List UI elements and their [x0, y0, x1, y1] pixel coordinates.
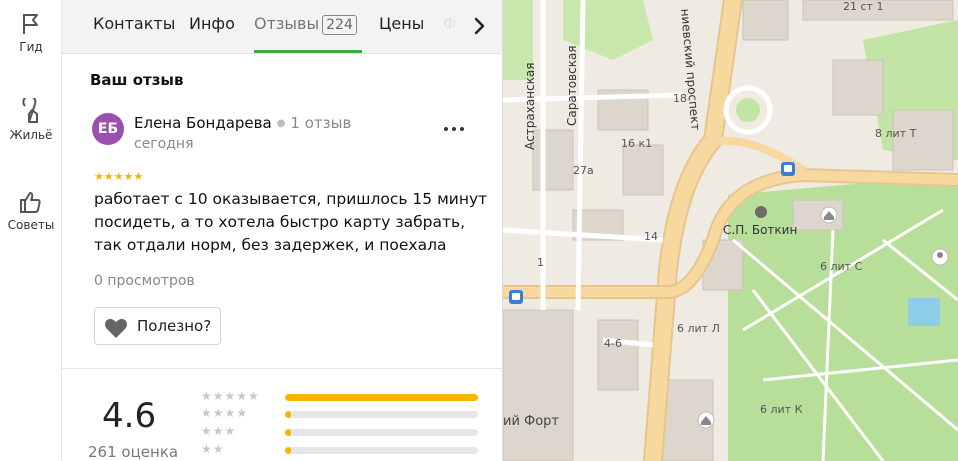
map[interactable]: 21 ст 1 18 16 к1 27а 8 лит Т 14 С.П. Бот…	[503, 0, 958, 461]
distribution-row: ★★★	[201, 424, 491, 440]
rail-label-guide: Гид	[19, 40, 43, 54]
more-icon-dot	[460, 127, 464, 131]
distribution-bar	[285, 394, 478, 401]
rating-count: 261 оценка	[88, 443, 179, 461]
useful-label: Полезно?	[137, 317, 212, 335]
street-label-saratovskaya: Саратовская	[565, 45, 579, 126]
average-rating: 4.6	[102, 396, 157, 436]
map-label-a: 21 ст 1	[843, 0, 884, 13]
separator-dot: ●	[276, 118, 286, 129]
map-label-g[interactable]: С.П. Боткин	[723, 223, 797, 237]
tab-prices[interactable]: Цены	[379, 14, 424, 33]
distribution-stars: ★★	[201, 442, 225, 456]
distribution-bar-fill	[285, 447, 291, 454]
active-tab-underline	[254, 50, 362, 53]
rail-item-guide[interactable]: Гид	[0, 12, 62, 54]
rail-item-tips[interactable]: Советы	[0, 190, 62, 232]
tab-reviews-label: Отзывы	[254, 14, 320, 33]
distribution-stars: ★★★★	[201, 406, 249, 420]
map-label-l: 6 лит К	[760, 403, 803, 416]
distribution-bar-fill	[285, 394, 478, 401]
rail-label-tips: Советы	[7, 218, 55, 232]
tab-contacts[interactable]: Контакты	[93, 14, 175, 33]
chevron-right-icon[interactable]	[466, 13, 492, 39]
map-label-j: 4-6	[604, 337, 622, 350]
distribution-row: ★★	[201, 442, 491, 458]
tab-bar: Контакты Инфо Отзывы224 Цены Ф	[62, 0, 502, 54]
distribution-bar-fill	[285, 429, 291, 436]
distribution-stars: ★★★	[201, 424, 237, 438]
more-icon	[444, 127, 448, 131]
map-label-m: ий Форт	[503, 414, 559, 429]
rail-item-housing[interactable]: Жильё	[0, 98, 62, 142]
useful-button[interactable]: Полезно?	[94, 307, 221, 345]
divider	[62, 368, 502, 369]
transit-stop-icon[interactable]	[781, 162, 795, 176]
map-label-f: 14	[644, 230, 658, 243]
author-review-count: 1 отзыв	[290, 114, 352, 132]
rail-label-housing: Жильё	[9, 128, 53, 142]
thumb-up-icon	[20, 192, 41, 213]
distribution-bar	[285, 447, 478, 454]
distribution-stars: ★★★★★	[201, 389, 260, 403]
review-views: 0 просмотров	[94, 273, 195, 289]
more-icon-dot	[452, 127, 456, 131]
poi-icon[interactable]	[931, 248, 949, 266]
review-text: работает с 10 оказывается, пришлось 15 м…	[94, 190, 488, 254]
review-stars: ★★★★★	[94, 170, 144, 183]
house-icon[interactable]	[697, 411, 715, 429]
tab-reviews[interactable]: Отзывы 224	[254, 14, 357, 35]
distribution-row: ★★★★	[201, 406, 491, 422]
map-label-i: 6 лит Л	[677, 322, 720, 335]
review-author-line: Елена Бондарева ● 1 отзыв	[134, 114, 351, 132]
map-label-k: 1	[537, 256, 544, 269]
section-title: Ваш отзыв	[90, 71, 184, 89]
map-label-e: 8 лит Т	[875, 127, 917, 140]
review-date: сегодня	[134, 136, 194, 152]
distribution-bar	[285, 411, 478, 418]
map-label-h: 6 лит С	[820, 260, 863, 273]
tab-info[interactable]: Инфо	[189, 14, 235, 33]
distribution-bar-fill	[285, 411, 291, 418]
street-label-astrakhanskaya: Астраханская	[523, 62, 537, 151]
map-label-c: 16 к1	[621, 137, 653, 150]
avatar[interactable]: ЕБ	[92, 113, 124, 145]
tab-reviews-count: 224	[322, 15, 357, 35]
place-panel: Контакты Инфо Отзывы224 Цены Ф Ваш отзыв…	[62, 0, 503, 461]
more-options-button[interactable]	[442, 116, 470, 136]
left-rail: Гид Жильё Советы	[0, 0, 62, 461]
distribution-bar	[285, 429, 478, 436]
review-author[interactable]: Елена Бондарева	[134, 114, 272, 132]
heart-icon	[105, 318, 127, 338]
house-icon[interactable]	[820, 206, 838, 224]
building-icon	[22, 98, 38, 123]
distribution-row: ★★★★★	[201, 389, 491, 405]
map-label-d: 27а	[573, 164, 594, 177]
flag-icon	[23, 14, 38, 34]
transit-stop-icon[interactable]	[509, 290, 523, 304]
monument-icon[interactable]	[755, 206, 767, 218]
